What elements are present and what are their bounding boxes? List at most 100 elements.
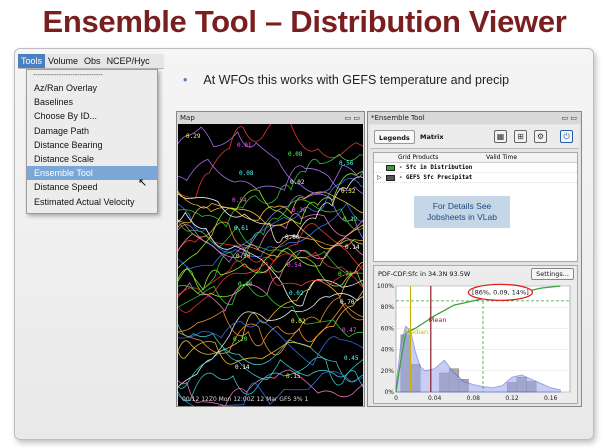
marker-label: Mean xyxy=(429,316,447,324)
menu-item-baselines[interactable]: Baselines xyxy=(27,95,157,109)
map-value-label: 0.02 xyxy=(289,290,304,297)
map-contours: 0.29 0.08 0.36 0.14 0.00 0.02 0.45 0.01 0.02 0.12… xyxy=(178,124,363,406)
map-contour-line xyxy=(178,283,363,338)
pdf-cdf-chart: 100% 80% 60% 40% 20% 0%0 0.04 0.08 0.12 0.16 Media… xyxy=(377,283,571,402)
ensemble-tool-pane: *Ensemble Tool ▭ ▭ Legends Matrix ▦ ⊞ ⚙ … xyxy=(367,111,582,407)
map-contour-line xyxy=(178,124,363,199)
map-value-label: 0.08 xyxy=(239,170,254,177)
callout-line-2: Jobsheets in VLab xyxy=(427,212,497,222)
map-contour-line xyxy=(178,158,363,195)
x-tick-label: 0.04 xyxy=(428,395,442,402)
map-value-label: 0.71 xyxy=(338,271,353,278)
gear-icon[interactable]: ⚙ xyxy=(534,130,547,143)
annotation-text: [86%, 0.09, 14%] xyxy=(472,288,529,296)
menu-ncep-hydro[interactable]: NCEP/Hyc xyxy=(104,54,153,68)
table-row[interactable]: ▷ - GEFS Sfc Precipitat xyxy=(374,173,577,183)
menu-item-distance-bearing[interactable]: Distance Bearing xyxy=(27,138,157,152)
power-icon[interactable]: ⏻ xyxy=(560,130,573,143)
details-callout: For Details See Jobsheets in VLab xyxy=(414,196,510,228)
tab-ensemble-tool[interactable]: *Ensemble Tool ▭ ▭ xyxy=(368,112,581,124)
map-value-label: 0.02 xyxy=(290,179,305,186)
map-value-label: 0.70 xyxy=(340,299,355,306)
y-tick-label: 0% xyxy=(384,389,394,396)
map-contour-line xyxy=(178,356,363,402)
ensemble-tab-label: *Ensemble Tool xyxy=(371,114,425,122)
x-tick-label: 0.16 xyxy=(544,395,558,402)
marker-label: Median xyxy=(405,328,429,336)
menu-tools[interactable]: Tools xyxy=(18,54,46,68)
map-value-label: 0.50 xyxy=(236,253,251,260)
map-value-label: 0.29 xyxy=(186,133,201,140)
table-row[interactable]: - Sfc in Distribution xyxy=(374,163,577,173)
map-contour-line xyxy=(178,293,363,388)
map-value-label: 0.54 xyxy=(287,262,302,269)
mouse-cursor-icon: ↖ xyxy=(138,176,148,189)
menubar: Tools Volume Obs NCEP/Hyc xyxy=(18,54,164,69)
y-tick-label: 40% xyxy=(381,347,395,354)
map-value-label: 0.20 xyxy=(233,336,248,343)
menu-separator: ------------------------------ xyxy=(33,72,103,79)
pdf-cdf-label: PDF-CDF:Sfc in 34.3N 93.5W xyxy=(378,270,471,278)
map-value-label: 0.01 xyxy=(237,142,252,149)
map-contour-line xyxy=(178,323,363,383)
map-value-label: 0.56 xyxy=(339,160,354,167)
map-canvas[interactable]: 0.29 0.08 0.36 0.14 0.00 0.02 0.45 0.01 0.02 0.12… xyxy=(178,124,363,406)
map-value-label: 0.08 xyxy=(288,151,303,158)
menu-obs[interactable]: Obs xyxy=(81,54,104,68)
menu-item-az-ran-overlay[interactable]: Az/Ran Overlay xyxy=(27,81,157,95)
y-tick-label: 20% xyxy=(381,368,395,375)
column-valid-time[interactable]: Valid Time xyxy=(486,153,517,163)
y-tick-label: 60% xyxy=(381,325,395,332)
map-value-label: 0.36 xyxy=(292,207,307,214)
menu-volume[interactable]: Volume xyxy=(45,54,81,68)
map-contour-line xyxy=(178,176,363,244)
column-grid-products[interactable]: Grid Products xyxy=(398,153,438,163)
grid-icon[interactable]: ▦ xyxy=(494,130,507,143)
x-tick-label: 0.08 xyxy=(467,395,481,402)
map-value-label: 0.14 xyxy=(345,244,360,251)
pdf-cdf-header: PDF-CDF:Sfc in 34.3N 93.5W Settings... xyxy=(374,266,577,282)
menu-item-distance-scale[interactable]: Distance Scale xyxy=(27,152,157,166)
slide-title: Ensemble Tool – Distribution Viewer xyxy=(42,4,567,39)
table-header: Grid Products Valid Time xyxy=(374,153,577,163)
map-contour-line xyxy=(178,302,363,356)
map-value-label: 0.00 xyxy=(238,281,253,288)
menu-item-choose-by-id[interactable]: Choose By ID... xyxy=(27,109,157,123)
tools-dropdown-menu: ------------------------------ Az/Ran Ov… xyxy=(26,69,158,214)
callout-line-1: For Details See xyxy=(432,201,492,211)
pane-controls-icon[interactable]: ▭ ▭ xyxy=(562,112,577,124)
y-tick-label: 100% xyxy=(377,283,394,290)
expand-arrow-icon[interactable]: ▷ xyxy=(377,173,382,183)
map-value-label: 0.52 xyxy=(341,188,356,195)
row-label-sfc-distribution: - Sfc in Distribution xyxy=(399,165,473,171)
map-value-label: 0.45 xyxy=(344,355,359,362)
row-label-gefs-precip: - GEFS Sfc Precipitat xyxy=(399,175,473,181)
map-value-label: 0.61 xyxy=(234,225,249,232)
menu-item-estimated-actual-velocity[interactable]: Estimated Actual Velocity xyxy=(27,195,157,209)
swatch-gefs-precip xyxy=(386,175,395,181)
matrix-tab[interactable]: Matrix xyxy=(416,130,448,144)
bullet-point: • At WFOs this works with GEFS temperatur… xyxy=(183,73,509,87)
map-icon[interactable]: ⊞ xyxy=(514,130,527,143)
pane-controls-icon[interactable]: ▭ ▭ xyxy=(345,112,360,124)
map-contour-line xyxy=(178,348,363,389)
map-contour-line xyxy=(178,251,363,299)
map-value-label: 0.12 xyxy=(343,216,358,223)
map-contour-line xyxy=(178,319,363,366)
tab-map[interactable]: Map ▭ ▭ xyxy=(177,112,364,124)
bullet-icon: • xyxy=(183,73,188,87)
map-value-label: 0.02 xyxy=(291,318,306,325)
menu-item-damage-path[interactable]: Damage Path xyxy=(27,124,157,138)
y-tick-label: 80% xyxy=(381,304,395,311)
map-status-bar: 00:12 12Z0 Mon 12:00Z 12 Mar GFS 3% 1 xyxy=(182,396,309,403)
map-contour-line xyxy=(178,261,363,355)
legends-tab[interactable]: Legends xyxy=(374,130,415,144)
map-value-label: 0.54 xyxy=(232,197,247,204)
map-value-label: 0.14 xyxy=(235,364,250,371)
map-value-label: 0.15 xyxy=(286,373,301,380)
map-pane: Map ▭ ▭ 0.29 0.08 0.36 0.14 0.00 0.02 0.45 0.01… xyxy=(176,111,365,407)
map-value-label: 0.47 xyxy=(342,327,357,334)
bullet-text: At WFOs this works with GEFS temperature… xyxy=(203,73,510,87)
pdf-cdf-panel: PDF-CDF:Sfc in 34.3N 93.5W Settings... 1… xyxy=(373,265,578,404)
settings-button[interactable]: Settings... xyxy=(531,268,574,280)
